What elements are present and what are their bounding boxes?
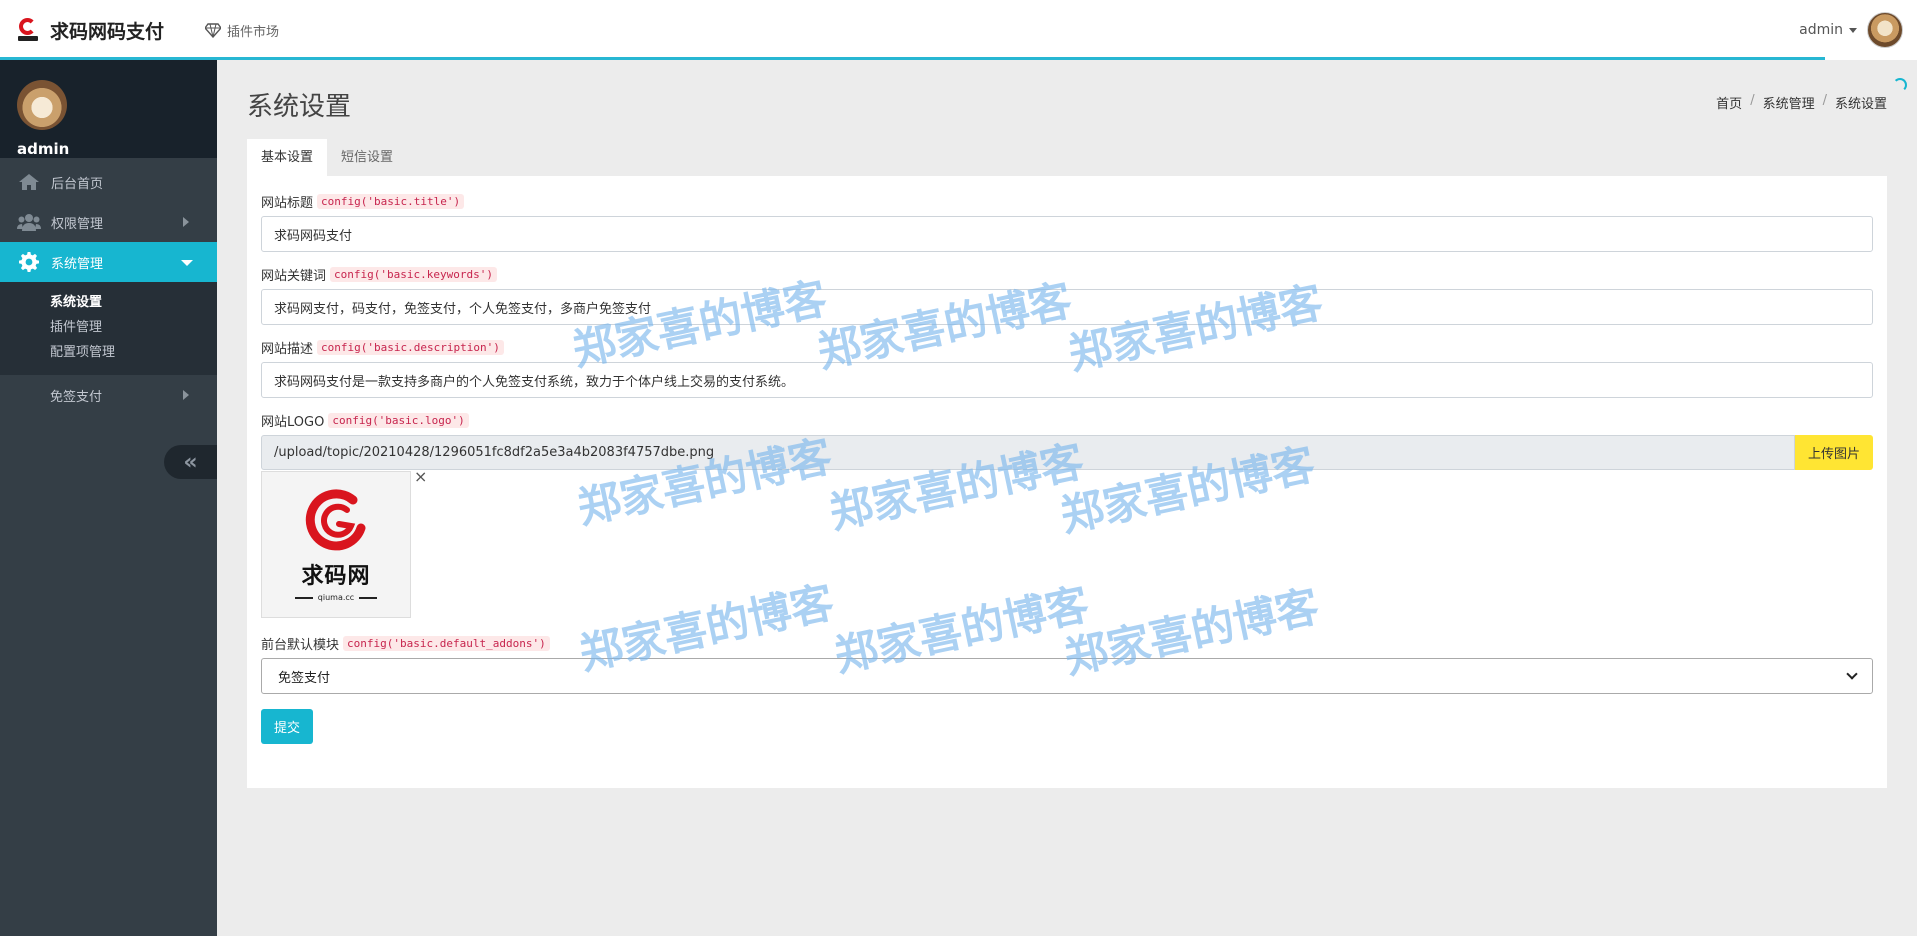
double-chevron-left-icon: « xyxy=(183,449,198,475)
site-description-input[interactable]: 求码网码支付是一款支持多商户的个人免签支付系统，致力于个体户线上交易的支付系统。 xyxy=(261,362,1873,398)
chevron-right-icon xyxy=(183,390,189,400)
home-icon xyxy=(17,172,41,192)
page-title: 系统设置 xyxy=(247,92,352,122)
logo-preview-url: qiuma.cc xyxy=(317,593,355,602)
tab-basic-settings[interactable]: 基本设置 xyxy=(247,139,328,176)
breadcrumb-system-management[interactable]: 系统管理 xyxy=(1763,93,1815,112)
logo-preview-wrap: 求码网 qiuma.cc × xyxy=(261,469,1873,618)
remove-image-icon[interactable]: × xyxy=(414,469,427,485)
field-site-title: 网站标题 config('basic.title') 求码网码支付 xyxy=(261,192,1873,252)
site-logo-label: 网站LOGO xyxy=(261,414,325,430)
sidebar-item-label: 权限管理 xyxy=(51,216,104,232)
brand-name: 求码网码支付 xyxy=(50,20,165,43)
sidebar-item-dashboard[interactable]: 后台首页 xyxy=(0,162,217,202)
config-key-badge: config('basic.default_addons') xyxy=(343,635,550,651)
field-site-logo: 网站LOGO config('basic.logo') /upload/topi… xyxy=(261,411,1873,618)
gear-icon xyxy=(17,252,41,272)
user-menu[interactable]: admin xyxy=(1799,0,1903,60)
field-site-keywords: 网站关键词 config('basic.keywords') 求码网支付，码支付… xyxy=(261,265,1873,325)
sidebar-subitem-system-settings[interactable]: 系统设置 xyxy=(0,290,217,315)
config-key-badge: config('basic.description') xyxy=(317,339,504,355)
sidebar-username: admin xyxy=(17,140,70,158)
sidebar-subitem-plugin-management[interactable]: 插件管理 xyxy=(0,315,217,340)
config-key-badge: config('basic.title') xyxy=(317,193,465,209)
settings-tabs: 基本设置 短信设置 xyxy=(247,139,407,176)
site-keywords-input[interactable]: 求码网支付，码支付，免签支付，个人免签支付，多商户免签支付 xyxy=(261,289,1873,325)
site-title-label: 网站标题 xyxy=(261,195,314,211)
chevron-down-icon xyxy=(1846,668,1858,680)
field-site-description: 网站描述 config('basic.description') 求码网码支付是… xyxy=(261,338,1873,398)
upload-image-button[interactable]: 上传图片 xyxy=(1795,435,1873,470)
sidebar-item-system[interactable]: 系统管理 xyxy=(0,242,217,282)
logo-swirl-icon xyxy=(303,488,369,554)
sidebar-avatar xyxy=(17,80,67,130)
plugin-market-link[interactable]: 插件市场 xyxy=(205,0,279,60)
breadcrumb-current: 系统设置 xyxy=(1834,97,1887,112)
logo-preview-image: 求码网 qiuma.cc xyxy=(261,471,411,618)
avatar[interactable] xyxy=(1867,12,1903,48)
logo-upload-group: /upload/topic/20210428/1296051fc8df2a5e3… xyxy=(261,435,1873,470)
sidebar-subitem-config-management[interactable]: 配置项管理 xyxy=(0,340,217,365)
site-description-label: 网站描述 xyxy=(261,341,314,357)
sidebar-item-permissions[interactable]: 权限管理 xyxy=(0,202,217,242)
main-content: 系统设置 首页 / 系统管理 / 系统设置 基本设置 短信设置 网站标题 con… xyxy=(217,60,1917,936)
sidebar-item-label: 后台首页 xyxy=(51,176,104,192)
breadcrumb-separator: / xyxy=(1750,93,1755,108)
user-menu-name: admin xyxy=(1799,22,1843,38)
sidebar-item-label: 免签支付 xyxy=(50,389,103,405)
settings-form-panel: 网站标题 config('basic.title') 求码网码支付 网站关键词 … xyxy=(247,176,1887,788)
field-default-addons: 前台默认模块 config('basic.default_addons') 免签… xyxy=(261,634,1873,694)
default-addons-selected: 免签支付 xyxy=(278,670,331,686)
top-navbar: 求码网码支付 插件市场 admin xyxy=(0,0,1917,60)
config-key-badge: config('basic.keywords') xyxy=(330,266,497,282)
plugin-market-label: 插件市场 xyxy=(227,24,280,40)
diamond-icon xyxy=(205,23,221,38)
submit-button[interactable]: 提交 xyxy=(261,709,313,744)
site-title-input[interactable]: 求码网码支付 xyxy=(261,216,1873,252)
site-keywords-label: 网站关键词 xyxy=(261,268,327,284)
sidebar: admin 后台首页 权限管理 系统管理 系统设置 插件管理 配置项管理 免签支… xyxy=(0,60,217,936)
sidebar-collapse-button[interactable]: « xyxy=(164,445,217,479)
sidebar-item-free-payment[interactable]: 免签支付 xyxy=(0,375,217,415)
logo-preview-brand: 求码网 xyxy=(301,564,371,589)
brand[interactable]: 求码网码支付 xyxy=(18,0,164,60)
chevron-down-icon xyxy=(181,260,193,266)
breadcrumb-home[interactable]: 首页 xyxy=(1716,93,1742,112)
caret-down-icon xyxy=(1849,27,1857,33)
brand-logo-icon xyxy=(18,17,38,43)
sidebar-user-panel: admin xyxy=(0,60,217,158)
sidebar-submenu-system: 系统设置 插件管理 配置项管理 xyxy=(0,282,217,375)
breadcrumb-separator: / xyxy=(1822,93,1827,108)
default-addons-select[interactable]: 免签支付 xyxy=(261,658,1873,694)
sidebar-item-label: 系统管理 xyxy=(51,256,104,272)
loading-spinner-icon xyxy=(1893,78,1907,92)
tab-sms-settings[interactable]: 短信设置 xyxy=(327,139,407,176)
users-icon xyxy=(17,212,41,232)
chevron-right-icon xyxy=(183,217,189,227)
breadcrumb: 首页 / 系统管理 / 系统设置 xyxy=(1716,93,1887,112)
config-key-badge: config('basic.logo') xyxy=(328,412,469,428)
logo-path-input[interactable]: /upload/topic/20210428/1296051fc8df2a5e3… xyxy=(261,435,1795,470)
default-addons-label: 前台默认模块 xyxy=(261,637,340,653)
